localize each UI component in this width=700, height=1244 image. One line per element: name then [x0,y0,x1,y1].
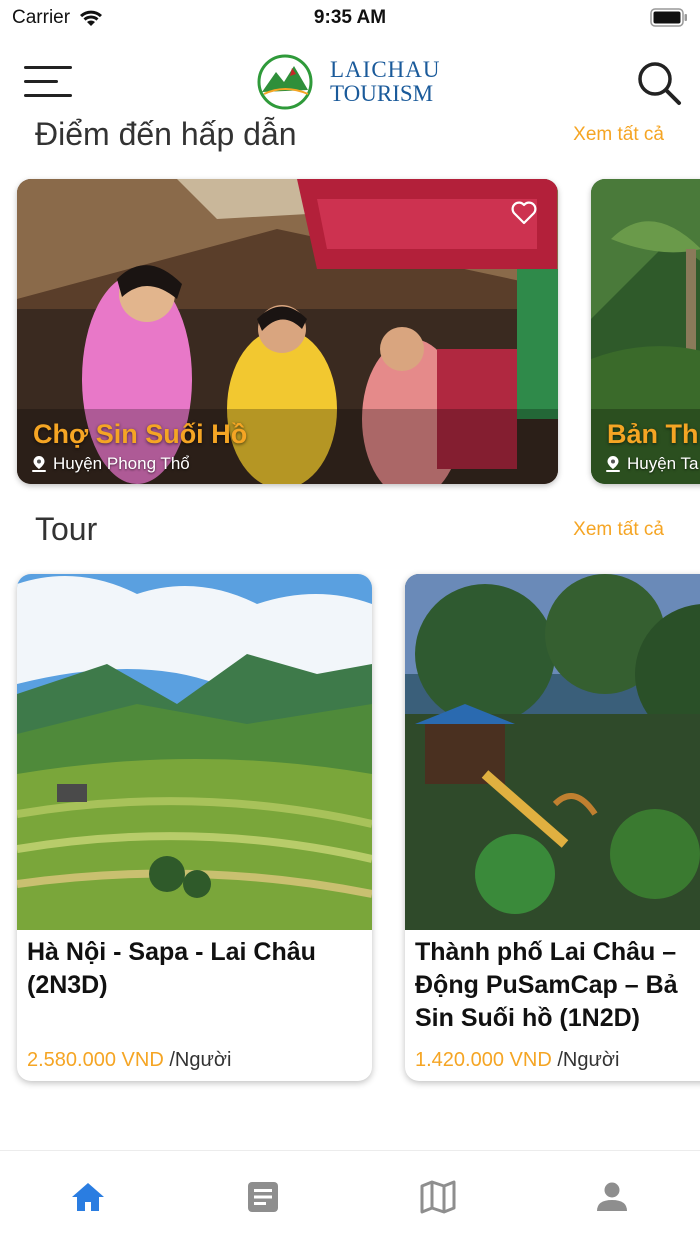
home-icon[interactable] [68,1177,108,1217]
tour-title-line: Sin Suối hồ (1N2D) [415,1004,640,1032]
destination-location-label: Huyện Ta [627,454,699,473]
tour-price-unit: /Người [551,1049,620,1071]
tour-price-unit: /Người [163,1049,232,1071]
home-scroll-content[interactable]: Điểm đến hấp dẫn Xem tất cả Chợ Sin Suối [0,110,700,1150]
destination-card[interactable]: Bản Th Huyện Ta [591,179,700,484]
destination-name: Chợ Sin Suối Hồ [33,419,248,449]
menu-line-1 [24,66,72,69]
destination-location-label: Huyện Phong Thổ [53,454,190,473]
heart-icon[interactable] [510,199,538,227]
clock: 9:35 AM [313,7,387,28]
logo-mountain-icon [257,54,313,110]
tour-title-line: Hà Nội - Sapa - Lai Châu [27,938,316,966]
location-pin-icon [32,456,46,472]
map-icon[interactable] [418,1177,458,1217]
news-icon[interactable] [243,1177,283,1217]
tour-title-line: (2N3D) [27,971,108,999]
destination-location: Huyện Phong Thổ [31,454,190,474]
bottom-tab-bar [0,1150,700,1244]
tour-photo [405,574,700,930]
logo-line-2: TOURISM [330,81,434,106]
tour-card[interactable]: Hà Nội - Sapa - Lai Châu (2N3D) 2.580.00… [17,574,372,1081]
menu-line-3 [24,94,72,97]
tour-title: Hà Nội - Sapa - Lai Châu (2N3D) [27,936,362,1002]
search-button[interactable] [634,58,684,108]
status-bar: Carrier 9:35 AM [0,0,700,36]
tour-title-line: Động PuSamCap – Bả [415,971,678,999]
brand-logo[interactable]: LAICHAU TOURISM [256,54,456,110]
tour-price: 1.420.000 VND /Người [415,1049,619,1072]
tour-card[interactable]: Thành phố Lai Châu – Động PuSamCap – Bả … [405,574,700,1081]
logo-wordmark: LAICHAU TOURISM [330,58,441,106]
tours-see-all-link[interactable]: Xem tất cả [573,519,664,541]
tour-price-amount: 1.420.000 VND [415,1049,552,1071]
tour-title: Thành phố Lai Châu – Động PuSamCap – Bả … [415,936,700,1035]
menu-line-2 [24,80,58,83]
destinations-title: Điểm đến hấp dẫn [35,116,297,152]
profile-icon[interactable] [592,1177,632,1217]
location-pin-icon [606,456,620,472]
tour-title-line: Thành phố Lai Châu – [415,938,677,966]
destination-location: Huyện Ta [605,454,699,474]
destinations-see-all-link[interactable]: Xem tất cả [573,124,664,146]
logo-line-1: LAICHAU [330,57,441,82]
battery-icon [650,8,687,27]
tour-price: 2.580.000 VND /Người [27,1049,231,1072]
destination-card[interactable]: Chợ Sin Suối Hồ Huyện Phong Thổ [17,179,558,484]
tour-photo [17,574,372,930]
destination-name: Bản Th [607,419,699,449]
tours-title: Tour [35,511,98,547]
menu-button[interactable] [24,66,72,98]
tour-price-amount: 2.580.000 VND [27,1049,164,1071]
